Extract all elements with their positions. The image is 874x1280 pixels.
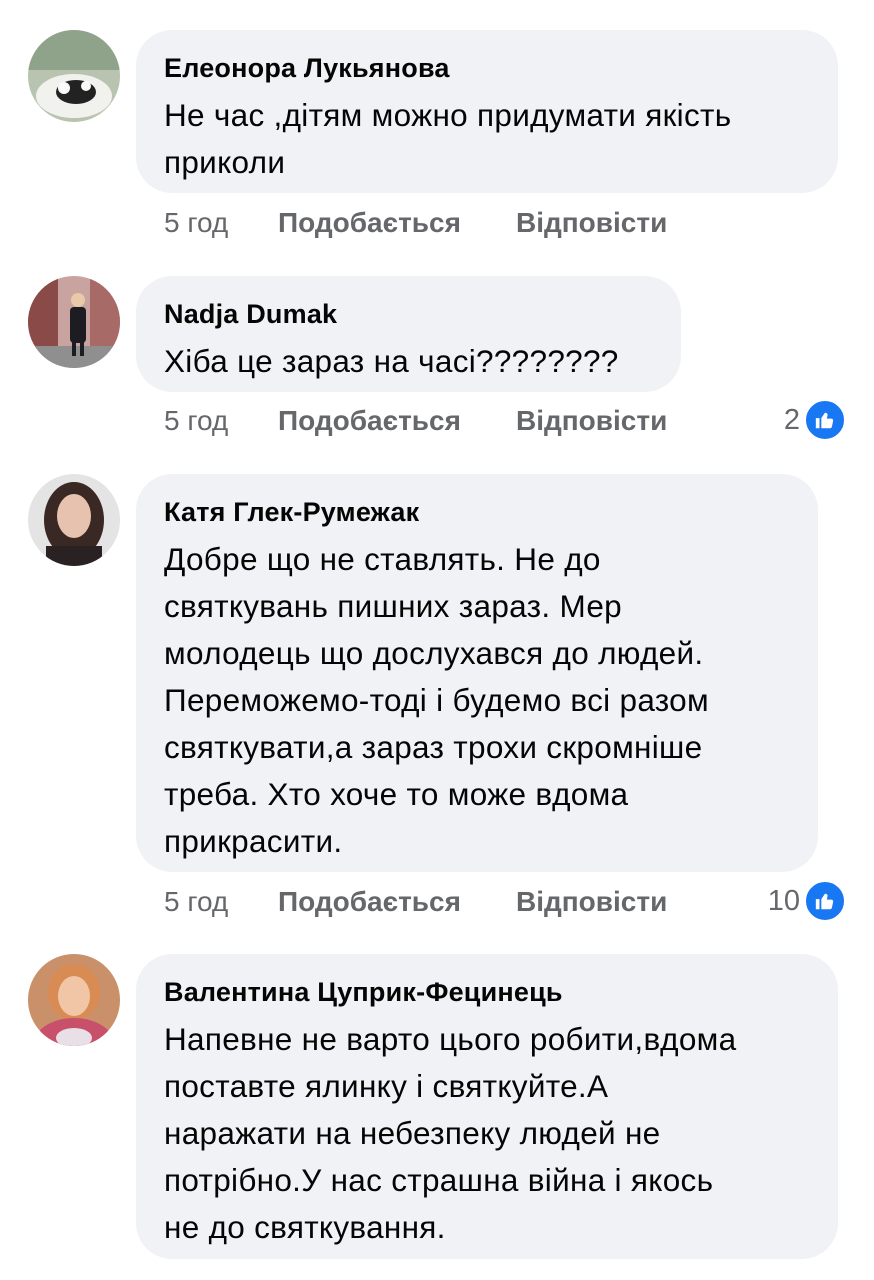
comment-author[interactable]: Елеонора Лукьянова [164,52,810,84]
comment-time[interactable]: 5 год [164,405,278,437]
avatar-photo [28,276,120,368]
avatar[interactable] [28,30,120,122]
comment-author[interactable]: Nadja Dumak [164,298,653,330]
comment-text: Не час ,дітям можно придумати якість при… [164,97,732,180]
reply-button[interactable]: Відповісти [516,405,667,437]
comment-actions: 5 год Подобається Відповісти [164,882,667,922]
comment-text: Добре що не ставлять. Не до святкувань п… [164,541,709,859]
comment-text: Напевне не варто цього робити,вдома пост… [164,1021,737,1245]
like-button[interactable]: Подобається [278,886,516,918]
comment-bubble: Елеонора Лукьянова Не час ,дітям можно п… [136,30,838,193]
reaction-summary[interactable]: 2 [783,399,846,441]
avatar-photo [28,474,120,566]
like-button[interactable]: Подобається [278,207,516,239]
thumbs-up-icon [804,399,846,441]
comment-author[interactable]: Валентина Цуприк-Фецинець [164,976,810,1008]
reply-button[interactable]: Відповісти [516,886,667,918]
avatar-photo [28,30,120,122]
like-button[interactable]: Подобається [278,405,516,437]
comment-author[interactable]: Катя Глек-Румежак [164,496,790,528]
reaction-count: 2 [783,403,800,436]
thumbs-up-icon [804,880,846,922]
comment-bubble: Валентина Цуприк-Фецинець Напевне не вар… [136,954,838,1259]
comment-bubble: Катя Глек-Румежак Добре що не ставлять. … [136,474,818,872]
comment-bubble: Nadja Dumak Хіба це зараз на часі???????… [136,276,681,392]
reply-button[interactable]: Відповісти [516,207,667,239]
comment-actions: 5 год Подобається Відповісти [164,401,667,441]
avatar[interactable] [28,276,120,368]
comment-text: Хіба це зараз на часі???????? [164,343,619,379]
comment-time[interactable]: 5 год [164,207,278,239]
avatar-photo [28,954,120,1046]
reaction-count: 10 [767,884,800,917]
comment-actions: 5 год Подобається Відповісти [164,203,667,243]
reaction-summary[interactable]: 10 [767,880,846,922]
avatar[interactable] [28,474,120,566]
comment-time[interactable]: 5 год [164,886,278,918]
avatar[interactable] [28,954,120,1046]
